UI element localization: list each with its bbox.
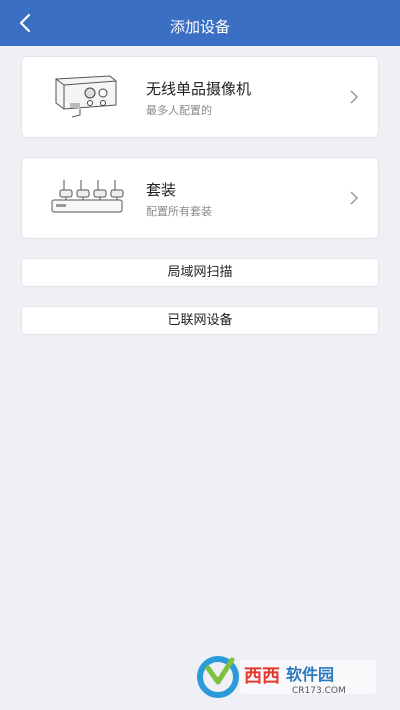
svg-text:西西: 西西 (244, 666, 280, 687)
device-option-single-camera[interactable]: 无线单品摄像机 最多人配置的 (22, 57, 378, 137)
nvr-kit-icon (51, 180, 124, 213)
connected-devices-button[interactable]: 已联网设备 (22, 307, 378, 334)
svg-text:软件园: 软件园 (286, 665, 334, 684)
bullet-camera-icon (55, 75, 117, 118)
device-option-kit[interactable]: 套装 配置所有套装 (22, 158, 378, 238)
device-subtitle: 配置所有套装 (146, 205, 212, 218)
app-header: 添加设备 (0, 0, 400, 46)
device-subtitle: 最多人配置的 (146, 104, 212, 117)
chevron-right-icon (350, 191, 359, 205)
device-name: 套装 (146, 181, 177, 199)
page-title: 添加设备 (169, 18, 230, 36)
device-name: 无线单品摄像机 (146, 80, 252, 98)
watermark-logo: 西西 软件园 CR173.COM (197, 656, 376, 698)
lan-scan-button[interactable]: 局域网扫描 (22, 259, 378, 286)
chevron-right-icon (350, 90, 359, 104)
svg-text:CR173.COM: CR173.COM (292, 686, 346, 696)
